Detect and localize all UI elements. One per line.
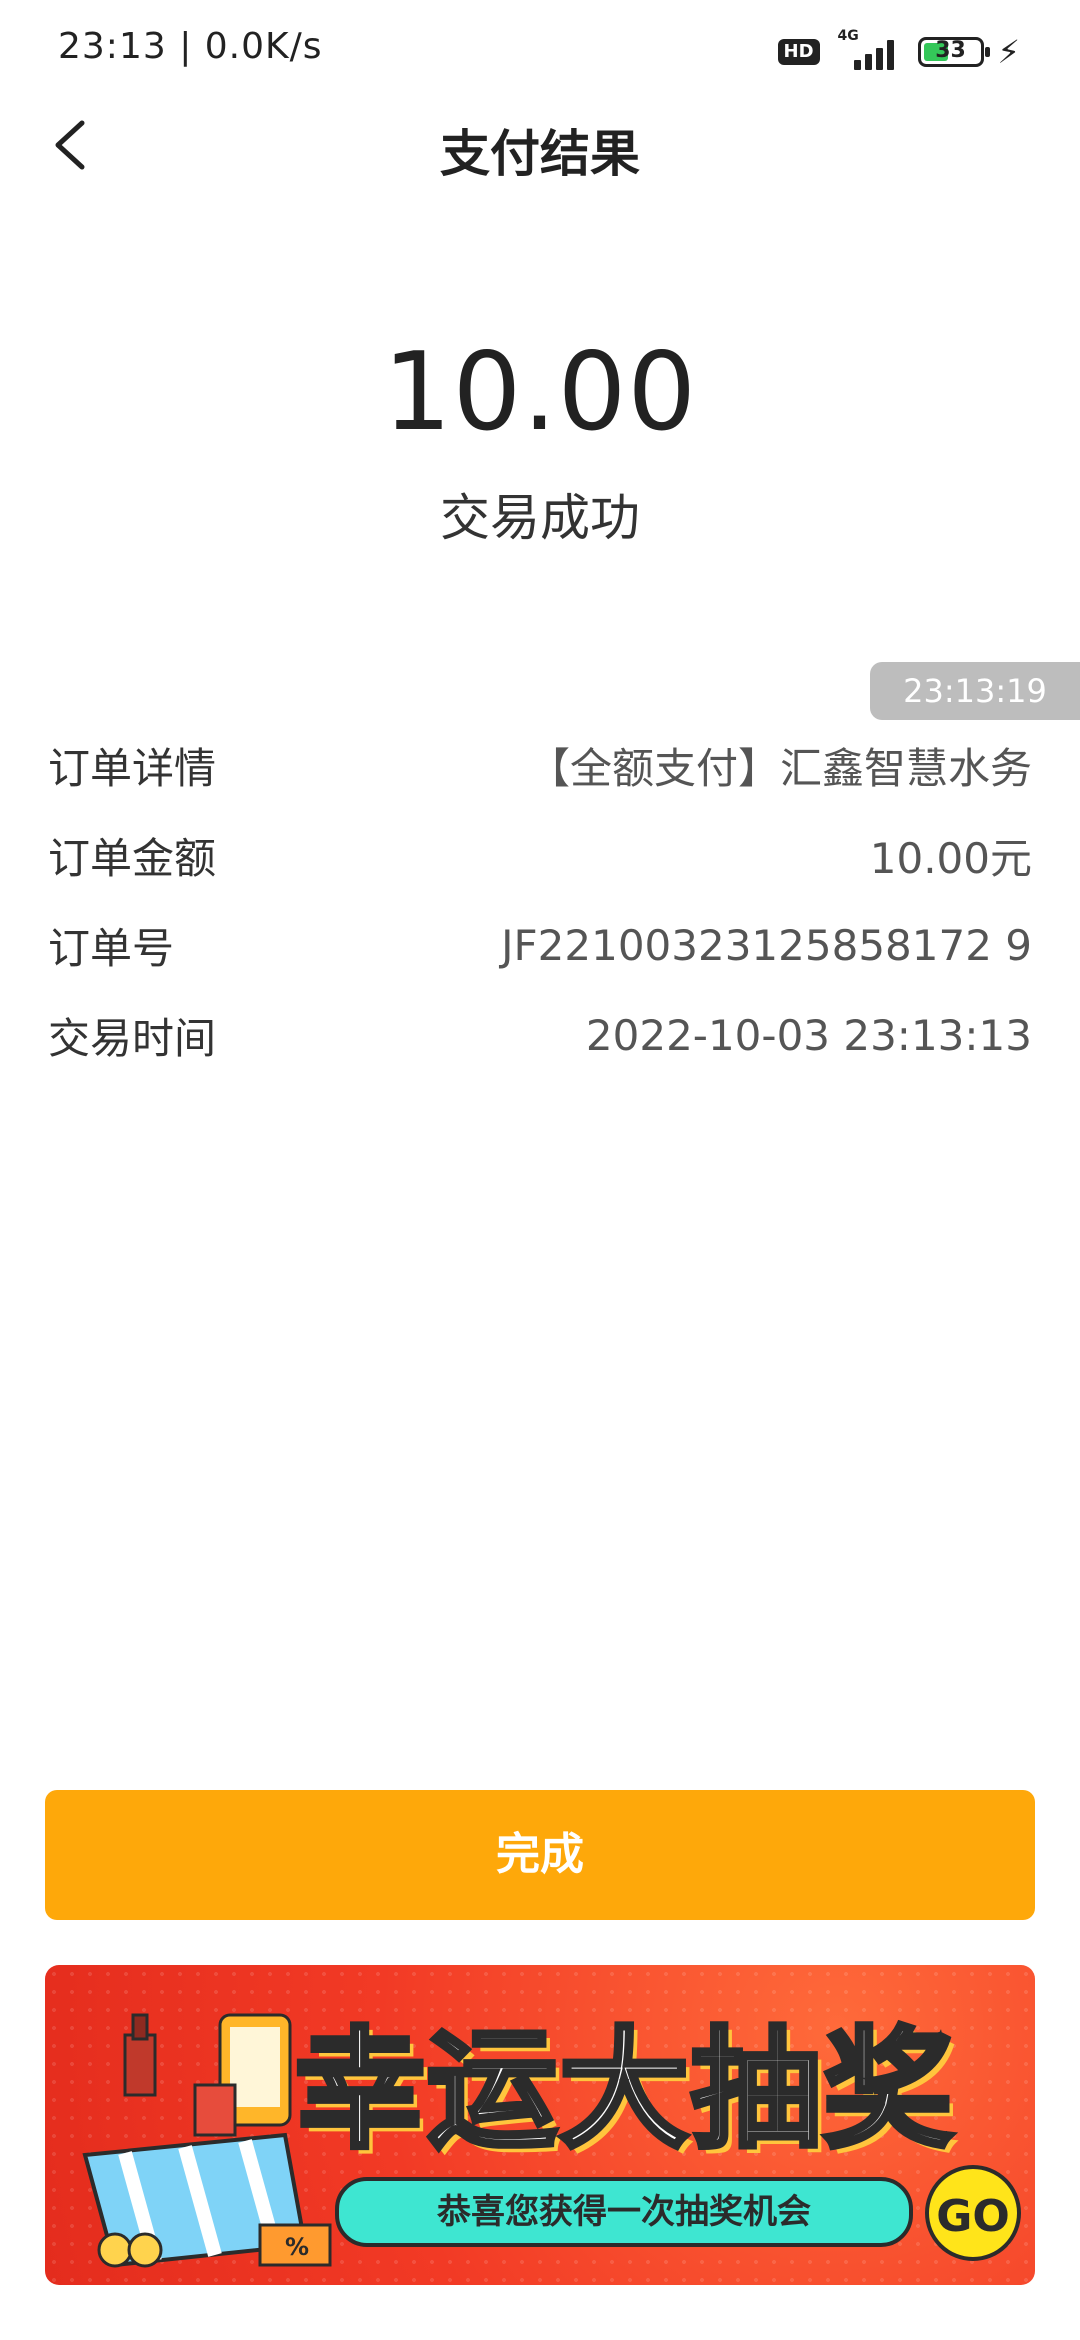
detail-label: 订单号	[48, 923, 175, 973]
detail-value: 2022-10-03 23:13:13	[585, 1010, 1032, 1060]
bolt-icon: ⚡	[997, 33, 1020, 71]
status-time: 23:13 | 0.0K/s	[58, 26, 323, 67]
detail-label: 订单金额	[48, 833, 217, 883]
detail-value: 【全额支付】汇鑫智慧水务	[527, 743, 1032, 793]
signal-icon: 4G	[834, 28, 904, 72]
payment-amount: 10.00	[382, 330, 698, 455]
battery-level: 33	[935, 38, 966, 63]
detail-row-order-number: 订单号 JF22100323125858172 9	[48, 900, 1032, 990]
detail-value: 10.00元	[869, 833, 1032, 883]
timestamp-bubble: 23:13:19	[870, 662, 1080, 720]
detail-row-order-amount: 订单金额 10.00元	[48, 810, 1032, 900]
lottery-banner[interactable]: % 幸运大抽奖 恭喜您获得一次抽奖机会 GO	[45, 1965, 1035, 2285]
payment-status: 交易成功	[440, 489, 640, 547]
detail-label: 交易时间	[48, 1013, 217, 1063]
detail-row-order-detail: 订单详情 【全额支付】汇鑫智慧水务	[48, 720, 1032, 810]
status-bar: 23:13 | 0.0K/s HD 4G 33 ⚡	[0, 0, 1080, 100]
detail-row-transaction-time: 交易时间 2022-10-03 23:13:13	[48, 990, 1032, 1080]
banner-subtitle: 恭喜您获得一次抽奖机会	[335, 2177, 913, 2247]
go-button[interactable]: GO	[925, 2165, 1021, 2261]
battery-icon: 33	[917, 37, 990, 67]
detail-value: JF22100323125858172 9	[501, 920, 1032, 970]
svg-text:%: %	[285, 2233, 309, 2261]
done-button[interactable]: 完成	[45, 1790, 1035, 1920]
banner-title: 幸运大抽奖	[292, 2012, 956, 2169]
detail-label: 订单详情	[48, 743, 217, 793]
hd-icon: HD	[777, 39, 820, 65]
status-icons: HD 4G 33 ⚡	[777, 28, 1020, 74]
page-title: 支付结果	[440, 125, 640, 183]
order-details: 订单详情 【全额支付】汇鑫智慧水务 订单金额 10.00元 订单号 JF2210…	[48, 720, 1032, 1080]
nav-header: 支付结果	[0, 100, 1080, 190]
